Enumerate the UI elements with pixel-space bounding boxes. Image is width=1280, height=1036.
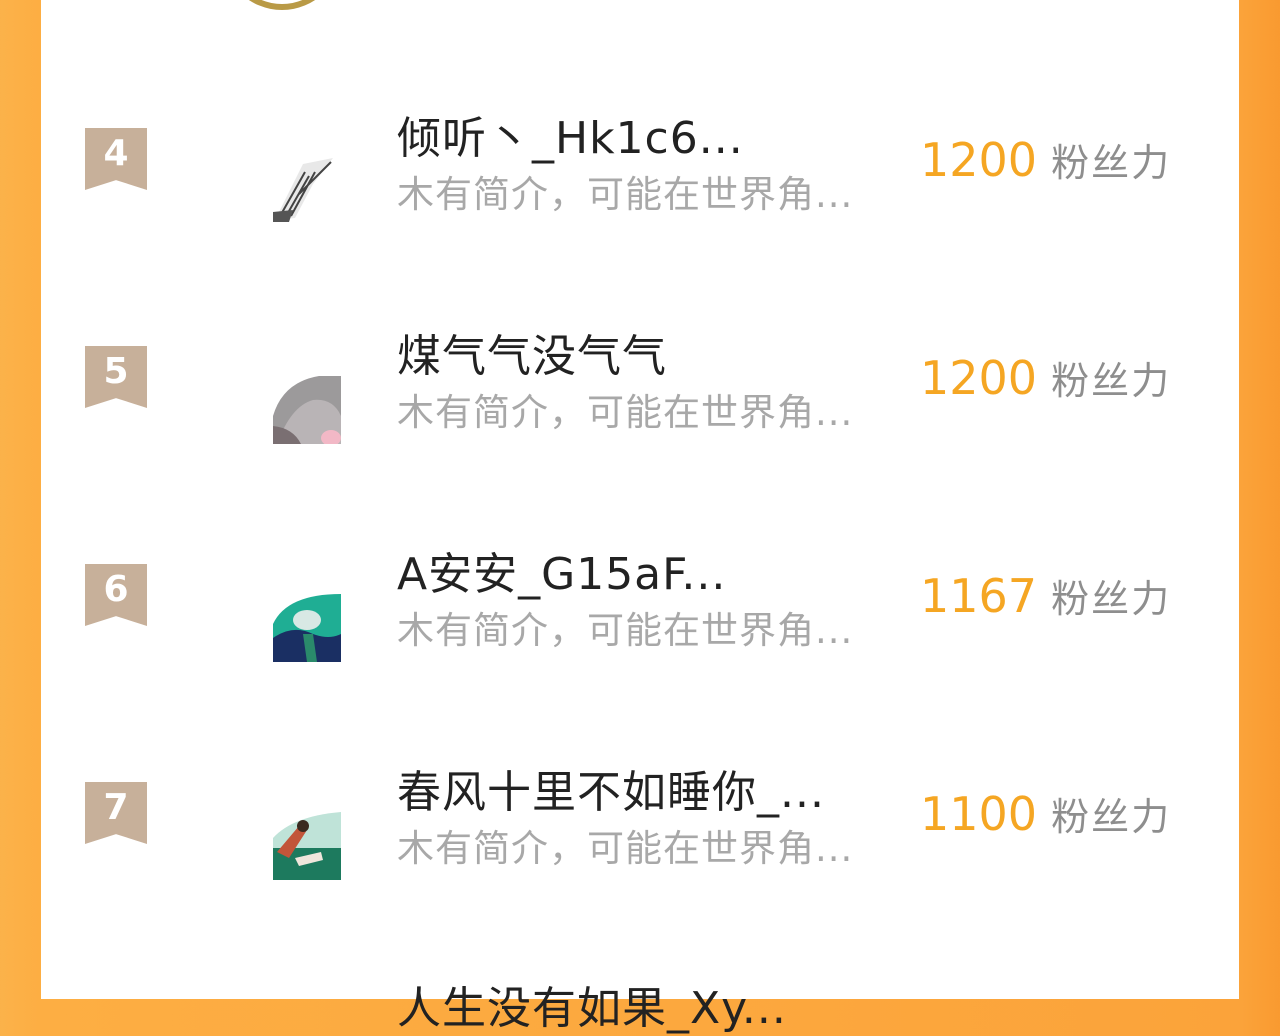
fan-power-score: 1200 粉丝力 — [920, 132, 1171, 187]
username[interactable]: 人生没有如果_Xy... — [397, 972, 787, 1036]
rank-badge: 5 — [85, 346, 147, 408]
rank-badge: 4 — [85, 128, 147, 190]
avatar-image — [273, 594, 341, 662]
user-avatar[interactable] — [273, 812, 341, 880]
username[interactable]: A安安_G15aF... — [397, 538, 726, 602]
user-avatar[interactable] — [273, 594, 341, 662]
avatar-image — [273, 812, 341, 880]
fan-power-score: 1200 粉丝力 — [920, 350, 1171, 405]
fan-power-score: 1100 粉丝力 — [920, 786, 1171, 841]
fan-power-value: 1100 — [920, 787, 1038, 841]
avatar-image — [273, 376, 341, 444]
rank-number: 5 — [103, 351, 129, 392]
fan-power-unit: 粉丝力 — [1051, 795, 1172, 839]
avatar-image — [273, 154, 341, 222]
user-avatar[interactable] — [273, 376, 341, 444]
fan-power-value: 1167 — [920, 569, 1038, 623]
ranking-row[interactable]: 6 A安安_G15aF... 木有简介，可能在世界角... 1167 粉丝力 — [0, 516, 1280, 716]
rank-number: 7 — [103, 787, 129, 828]
fan-power-unit: 粉丝力 — [1051, 359, 1172, 403]
fan-power-unit: 粉丝力 — [1051, 141, 1172, 185]
username[interactable]: 倾听丶_Hk1c6... — [397, 102, 744, 166]
fan-power-unit: 粉丝力 — [1051, 577, 1172, 621]
ranking-row[interactable]: 7 春风十里不如睡你_... 木有简介，可能在世界角... 1100 粉丝力 — [0, 734, 1280, 934]
fan-power-value: 1200 — [920, 351, 1038, 405]
username[interactable]: 春风十里不如睡你_... — [397, 756, 825, 820]
fan-power-value: 1200 — [920, 133, 1038, 187]
user-bio: 木有简介，可能在世界角... — [397, 173, 854, 216]
user-bio: 木有简介，可能在世界角... — [397, 609, 854, 652]
rank-number: 4 — [103, 133, 129, 174]
fan-power-score: 1167 粉丝力 — [920, 568, 1171, 623]
rank-number: 6 — [103, 569, 129, 610]
user-bio: 木有简介，可能在世界角... — [397, 391, 854, 434]
ranking-row[interactable]: 4 倾听丶_Hk1c6... 木有简介，可能在世界角... 1200 粉丝力 — [0, 80, 1280, 280]
username[interactable]: 煤气气没气气 — [397, 320, 667, 384]
user-bio: 木有简介，可能在世界角... — [397, 827, 854, 870]
user-avatar[interactable] — [273, 154, 341, 222]
rank-badge: 6 — [85, 564, 147, 626]
rank-badge: 7 — [85, 782, 147, 844]
ranking-row[interactable]: 5 煤气气没气气 木有简介，可能在世界角... 1200 粉丝力 — [0, 298, 1280, 498]
